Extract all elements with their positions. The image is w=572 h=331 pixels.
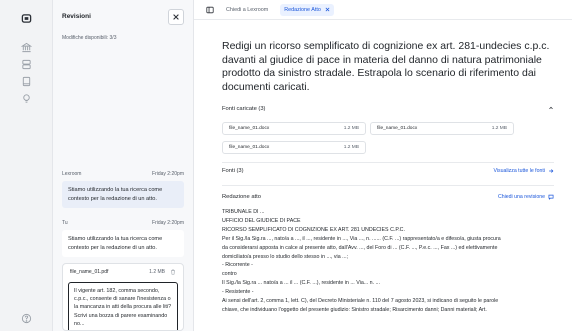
view-all-sources-link[interactable]: Visualizza tutte le fonti (493, 168, 554, 174)
request-revision-label: Chiedi una revisione (497, 194, 545, 200)
revision-input[interactable]: Il vigente art. 182, comma secondo, c.p.… (68, 282, 178, 330)
bulb-icon[interactable] (19, 91, 33, 105)
logo-icon[interactable] (19, 11, 33, 25)
database-icon[interactable] (19, 57, 33, 71)
drafting-title: Redazione atto (222, 194, 261, 200)
file-name: file_name_01.docx (229, 126, 270, 131)
file-chip[interactable]: file_name_01.docx 1.2 MB (222, 141, 366, 154)
file-name: file_name_01.docx (377, 126, 418, 131)
close-button[interactable] (168, 8, 184, 25)
message-time: Friday 2:20pm (152, 171, 184, 177)
attachment-card: file_name_01.pdf 1.2 MB Il vigente art. … (62, 263, 184, 331)
message-time: Friday 2:20pm (152, 220, 184, 226)
bookmark-icon[interactable] (19, 74, 33, 88)
file-size: 1.2 MB (343, 145, 359, 150)
close-icon (173, 13, 179, 20)
document-line: Ai sensi dell'art. 2, comma 1, lett. C),… (222, 298, 499, 305)
message-meta: Lexroom Friday 2:20pm (62, 171, 184, 177)
page-title: Redigi un ricorso semplificato di cogniz… (222, 40, 550, 93)
chat-message: Stiamo utilizzando la tua ricerca come c… (62, 230, 184, 257)
file-chip[interactable]: file_name_01.docx 1.2 MB (222, 122, 366, 135)
file-name: file_name_01.docx (229, 145, 270, 150)
uploaded-sources-title: Fonti caricate (3) (222, 106, 266, 112)
divider (222, 162, 554, 163)
document-line: - Resistente - (222, 289, 254, 296)
tab-bar: Chiedi a Lexroom Redazione Atto (194, 0, 572, 20)
document-line: domiciliato/a presso lo studio dello ste… (222, 253, 349, 260)
document-line: contro (222, 271, 237, 278)
request-revision-link[interactable]: Chiedi una revisione (498, 194, 554, 200)
attachment-filename: file_name_01.pdf (70, 269, 109, 275)
document-line: Il Sig./la Sig.ra ... nato/a a ... il ..… (222, 280, 380, 287)
tab-chiedi-a-lexroom[interactable]: Chiedi a Lexroom (222, 4, 272, 16)
attachment-size: 1.2 MB (149, 269, 165, 275)
revision-panel: Revisioni Modifiche disponibili: 3/3 Lex… (53, 0, 194, 331)
view-all-sources-label: Visualizza tutte le fonti (493, 168, 545, 174)
message-sender: Lexroom (62, 171, 82, 177)
file-size: 1.2 MB (491, 126, 507, 131)
document-line: UFFICIO DEL GIUDICE DI PACE (222, 217, 301, 224)
uploaded-sources-header[interactable]: Fonti caricate (3) (222, 105, 554, 113)
file-chip[interactable]: file_name_01.docx 1.2 MB (370, 122, 514, 135)
drafting-header: Redazione atto Chiedi una revisione (222, 194, 554, 200)
sources-header: Fonti (3) Visualizza tutte le fonti (222, 168, 554, 174)
sources-title: Fonti (3) (222, 168, 244, 174)
chevron-up-icon[interactable] (548, 105, 554, 113)
close-icon[interactable] (325, 7, 330, 12)
bank-icon[interactable] (19, 40, 33, 54)
document-line: chiave, che individuano l'oggetto del pr… (222, 306, 487, 313)
divider (222, 185, 554, 186)
file-size: 1.2 MB (343, 126, 359, 131)
document-line: - Ricorrente - (222, 262, 253, 269)
help-icon[interactable] (19, 311, 33, 325)
chat-bubble-icon (548, 194, 554, 200)
document-line: RICORSO SEMPLIFICATO DI COGNIZIONE EX AR… (222, 226, 405, 233)
drafted-document: TRIBUNALE DI ... UFFICIO DEL GIUDICE DI … (222, 208, 562, 315)
document-line: TRIBUNALE DI ... (222, 209, 265, 215)
panel-toggle-icon[interactable] (206, 1, 214, 19)
tab-label: Redazione Atto (284, 6, 321, 13)
arrow-right-icon (549, 169, 554, 173)
main-content: Chiedi a Lexroom Redazione Atto Redigi u… (194, 0, 572, 331)
chat-message: Stiamo utilizzando la tua ricerca come c… (62, 181, 184, 208)
document-line: Per il Sig./la Sig.ra ..., nato/a a ...,… (222, 235, 501, 242)
document-line: da considerarsi apposta in calce al pres… (222, 244, 498, 251)
revisions-available: Modifiche disponibili: 3/3 (62, 35, 117, 41)
trash-icon[interactable] (170, 269, 176, 275)
left-rail (0, 0, 53, 331)
message-meta: Tu Friday 2:20pm (62, 220, 184, 226)
message-sender: Tu (62, 220, 68, 226)
revision-panel-title: Revisioni (62, 13, 91, 20)
tab-redazione-atto[interactable]: Redazione Atto (280, 3, 334, 16)
